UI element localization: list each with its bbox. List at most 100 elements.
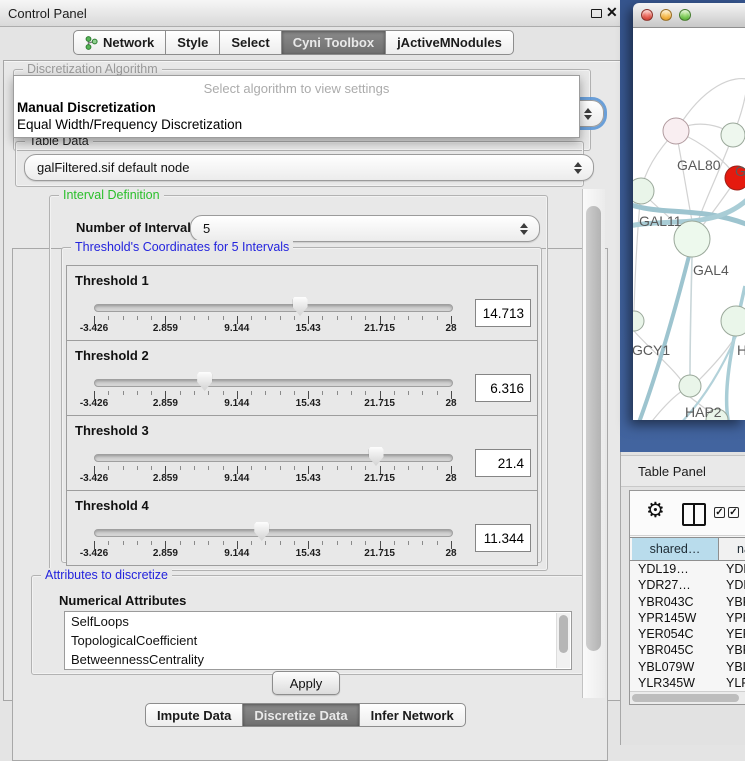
slider-tick-label: 21.715 xyxy=(364,398,395,409)
network-node-1[interactable] xyxy=(721,123,745,147)
table-row[interactable]: YBL079WYBL0 xyxy=(630,659,745,675)
network-view-window[interactable]: GAL80GAGAL11GAL4GCY1HHAP2 xyxy=(633,3,745,420)
tab-jactivemnodules[interactable]: jActiveMNodules xyxy=(386,30,514,55)
threshold-2-slider-track[interactable] xyxy=(94,379,453,387)
minimize-traffic-light-icon[interactable] xyxy=(660,9,672,21)
float-window-icon[interactable] xyxy=(591,9,602,18)
slider-tick-labels: -3.4262.8599.14415.4321.71528 xyxy=(94,398,451,410)
slider-tick xyxy=(251,391,252,395)
close-traffic-light-icon[interactable] xyxy=(641,9,653,21)
slider-tick xyxy=(394,391,395,395)
network-edge[interactable] xyxy=(690,257,692,375)
slider-tick xyxy=(365,466,366,470)
vertical-scrollbar[interactable] xyxy=(582,189,605,698)
tab-style[interactable]: Style xyxy=(166,30,220,55)
table-row[interactable]: YBR045CYBR0 xyxy=(630,642,745,658)
slider-tick xyxy=(437,541,438,545)
threshold-3-slider-thumb[interactable] xyxy=(369,447,384,466)
checkbox-icon[interactable]: ✓ xyxy=(728,507,739,518)
table-row[interactable]: YBR043CYBR0 xyxy=(630,594,745,610)
threshold-4-slider-track[interactable] xyxy=(94,529,453,537)
threshold-1-slider-thumb[interactable] xyxy=(293,297,308,316)
vertical-scrollbar-thumb[interactable] xyxy=(586,206,601,651)
network-canvas[interactable]: GAL80GAGAL11GAL4GCY1HHAP2 xyxy=(633,28,745,420)
slider-tick-label: -3.426 xyxy=(80,548,108,559)
numerical-attributes-list[interactable]: SelfLoopsTopologicalCoefficientBetweenne… xyxy=(64,611,572,670)
tab-select[interactable]: Select xyxy=(220,30,281,55)
list-scrollbar[interactable] xyxy=(556,613,570,668)
tab-discretize-data[interactable]: Discretize Data xyxy=(243,703,359,727)
threshold-3-value-field[interactable]: 21.4 xyxy=(475,449,531,477)
threshold-1-slider-track[interactable] xyxy=(94,304,453,312)
slider-tick xyxy=(208,316,209,320)
slider-tick xyxy=(194,316,195,320)
tab-network[interactable]: Network xyxy=(73,30,166,55)
network-edge[interactable] xyxy=(635,256,689,420)
attribute-list-item[interactable]: TopologicalCoefficient xyxy=(65,631,571,650)
horizontal-scrollbar-thumb[interactable] xyxy=(632,694,739,702)
list-scrollbar-thumb[interactable] xyxy=(559,615,568,653)
apply-button[interactable]: Apply xyxy=(272,671,340,695)
popup-item-equal-width-frequency[interactable]: Equal Width/Frequency Discretization xyxy=(16,117,577,135)
table-row[interactable]: YDR27…YDR2 xyxy=(630,577,745,593)
tab-infer-network-label: Infer Network xyxy=(371,708,454,723)
popup-item-manual-discretization[interactable]: Manual Discretization xyxy=(16,100,577,118)
tab-impute-data[interactable]: Impute Data xyxy=(145,703,243,727)
table-row[interactable]: YDL19…YDL1 xyxy=(630,561,745,577)
threshold-4-slider-thumb[interactable] xyxy=(254,522,269,541)
tab-cyni-toolbox[interactable]: Cyni Toolbox xyxy=(282,30,386,55)
network-node-7[interactable] xyxy=(679,375,701,397)
control-panel-titlebar: Control Panel ✕ xyxy=(0,0,620,27)
network-node-5[interactable] xyxy=(633,311,644,331)
columns-icon[interactable] xyxy=(682,503,706,526)
threshold-4-value-field[interactable]: 11.344 xyxy=(475,524,531,552)
threshold-1-value-field[interactable]: 14.713 xyxy=(475,299,531,327)
network-edge[interactable] xyxy=(676,131,692,221)
threshold-2-slider-thumb[interactable] xyxy=(197,372,212,391)
table-row[interactable]: YER054CYER0 xyxy=(630,626,745,642)
apply-button-label: Apply xyxy=(290,676,323,691)
network-window-titlebar[interactable] xyxy=(633,3,745,28)
threshold-2-value-field[interactable]: 6.316 xyxy=(475,374,531,402)
column-header-shared-name[interactable]: shared… xyxy=(632,538,719,560)
slider-tick xyxy=(194,541,195,545)
slider-tick xyxy=(422,466,423,470)
cell-name: YDR2 xyxy=(726,578,745,592)
horizontal-scrollbar[interactable] xyxy=(630,691,745,705)
close-icon[interactable]: ✕ xyxy=(606,4,618,21)
slider-tick xyxy=(422,391,423,395)
table-row[interactable]: YPR145WYPR1 xyxy=(630,610,745,626)
checkbox-icon[interactable]: ✓ xyxy=(714,507,725,518)
network-node-6[interactable] xyxy=(721,306,745,336)
slider-tick xyxy=(208,391,209,395)
threshold-3-slider-track[interactable] xyxy=(94,454,453,462)
slider-tick xyxy=(322,541,323,545)
slider-tick-label: 9.144 xyxy=(224,398,249,409)
cyni-toolbox-panel: Discretization Algorithm Table Data galF… xyxy=(3,60,621,701)
slider-tick xyxy=(337,466,338,470)
slider-tick xyxy=(365,391,366,395)
number-of-intervals-combobox[interactable]: 5 xyxy=(190,215,540,242)
slider-tick xyxy=(137,316,138,320)
gear-icon[interactable]: ⚙ xyxy=(646,498,665,522)
slider-tick xyxy=(351,541,352,545)
network-icon xyxy=(85,36,98,50)
attribute-list-item[interactable]: BetweennessCentrality xyxy=(65,650,571,669)
zoom-traffic-light-icon[interactable] xyxy=(679,9,691,21)
slider-tick xyxy=(108,466,109,470)
slider-tick xyxy=(280,391,281,395)
network-node-0[interactable] xyxy=(663,118,689,144)
attribute-list-item[interactable]: SelfLoops xyxy=(65,612,571,631)
cell-shared-name: YBR043C xyxy=(638,595,694,609)
cell-shared-name: YBL079W xyxy=(638,660,694,674)
column-header-name[interactable]: na xyxy=(719,538,745,560)
table-row[interactable]: YLR345WYLR3 xyxy=(630,675,745,691)
slider-tick xyxy=(180,541,181,545)
tab-style-label: Style xyxy=(177,35,208,50)
cell-shared-name: YLR345W xyxy=(638,676,695,690)
table-data-combobox[interactable]: galFiltered.sif default node xyxy=(24,154,594,181)
table-header-row: shared… na xyxy=(630,537,745,561)
network-node-3[interactable] xyxy=(633,178,654,204)
tab-infer-network[interactable]: Infer Network xyxy=(360,703,466,727)
slider-tick xyxy=(337,541,338,545)
